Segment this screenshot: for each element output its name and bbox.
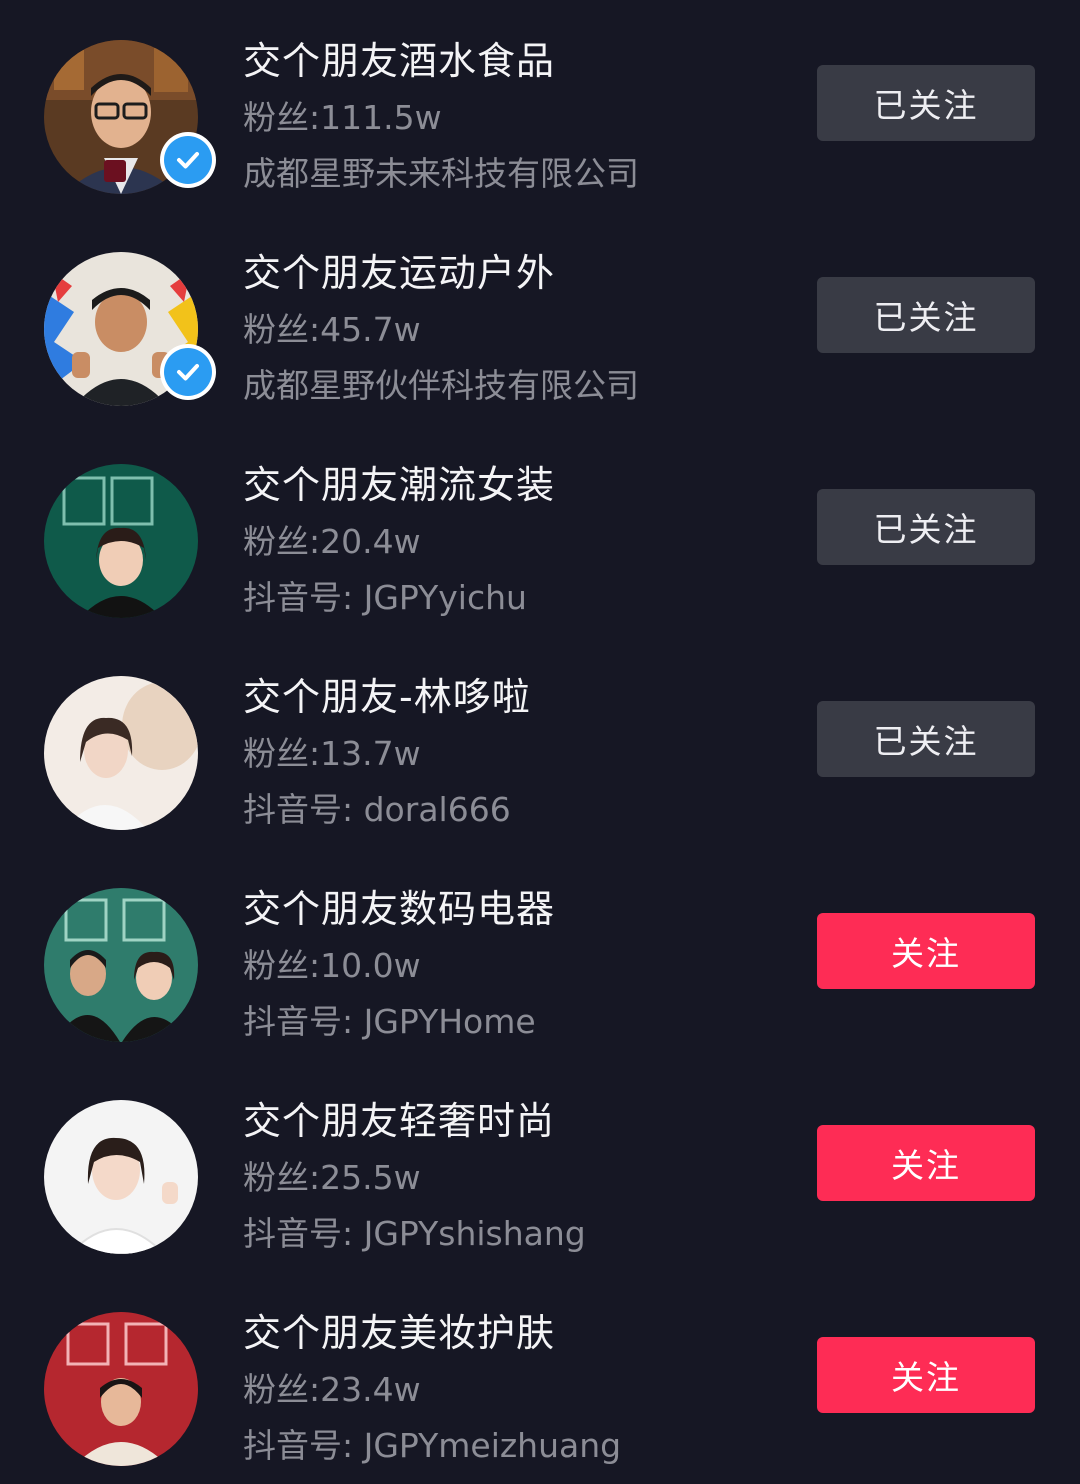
avatar-container[interactable] [44, 888, 198, 1042]
avatar[interactable] [44, 464, 198, 618]
avatar-container[interactable] [44, 676, 198, 830]
account-name[interactable]: 交个朋友潮流女装 [243, 460, 555, 510]
follow-button[interactable]: 关注 [817, 913, 1035, 989]
account-subline: 抖音号: JGPYshishang [243, 1214, 586, 1253]
avatar[interactable] [44, 1312, 198, 1466]
account-row[interactable]: 交个朋友潮流女装 粉丝:20.4w 抖音号: JGPYyichu 已关注 [0, 424, 1080, 636]
account-name[interactable]: 交个朋友美妆护肤 [243, 1308, 555, 1358]
avatar-container[interactable] [44, 40, 216, 194]
followed-button[interactable]: 已关注 [817, 65, 1035, 141]
account-subline: 抖音号: doral666 [243, 790, 511, 829]
account-name[interactable]: 交个朋友酒水食品 [243, 36, 555, 86]
fans-count: 粉丝:10.0w [243, 946, 421, 985]
fans-count: 粉丝:23.4w [243, 1370, 421, 1409]
account-name[interactable]: 交个朋友轻奢时尚 [243, 1096, 555, 1146]
account-list: 交个朋友酒水食品 粉丝:111.5w 成都星野未来科技有限公司 已关注 交个朋友… [0, 0, 1080, 1482]
fans-count: 粉丝:25.5w [243, 1158, 421, 1197]
account-row[interactable]: 交个朋友运动户外 粉丝:45.7w 成都星野伙伴科技有限公司 已关注 [0, 212, 1080, 424]
followed-button[interactable]: 已关注 [817, 277, 1035, 353]
avatar-container[interactable] [44, 252, 216, 406]
follow-button[interactable]: 关注 [817, 1125, 1035, 1201]
account-subline: 抖音号: JGPYHome [243, 1002, 536, 1041]
account-subline: 成都星野未来科技有限公司 [243, 154, 639, 193]
avatar[interactable] [44, 888, 198, 1042]
account-subline: 抖音号: JGPYyichu [243, 578, 527, 617]
follow-button[interactable]: 关注 [817, 1337, 1035, 1413]
account-row[interactable]: 交个朋友美妆护肤 粉丝:23.4w 抖音号: JGPYmeizhuang 关注 [0, 1272, 1080, 1484]
account-row[interactable]: 交个朋友轻奢时尚 粉丝:25.5w 抖音号: JGPYshishang 关注 [0, 1060, 1080, 1272]
account-row[interactable]: 交个朋友酒水食品 粉丝:111.5w 成都星野未来科技有限公司 已关注 [0, 0, 1080, 212]
verified-badge-icon [160, 344, 216, 400]
verified-badge-icon [160, 132, 216, 188]
followed-button[interactable]: 已关注 [817, 489, 1035, 565]
account-subline: 成都星野伙伴科技有限公司 [243, 366, 639, 405]
account-name[interactable]: 交个朋友数码电器 [243, 884, 555, 934]
avatar-container[interactable] [44, 464, 198, 618]
avatar-container[interactable] [44, 1312, 198, 1466]
account-row[interactable]: 交个朋友-林哆啦 粉丝:13.7w 抖音号: doral666 已关注 [0, 636, 1080, 848]
account-row[interactable]: 交个朋友数码电器 粉丝:10.0w 抖音号: JGPYHome 关注 [0, 848, 1080, 1060]
fans-count: 粉丝:20.4w [243, 522, 421, 561]
account-name[interactable]: 交个朋友-林哆啦 [243, 672, 531, 722]
avatar[interactable] [44, 1100, 198, 1254]
account-name[interactable]: 交个朋友运动户外 [243, 248, 555, 298]
fans-count: 粉丝:45.7w [243, 310, 421, 349]
avatar-container[interactable] [44, 1100, 198, 1254]
avatar[interactable] [44, 676, 198, 830]
fans-count: 粉丝:13.7w [243, 734, 421, 773]
fans-count: 粉丝:111.5w [243, 98, 442, 137]
account-subline: 抖音号: JGPYmeizhuang [243, 1426, 622, 1465]
followed-button[interactable]: 已关注 [817, 701, 1035, 777]
